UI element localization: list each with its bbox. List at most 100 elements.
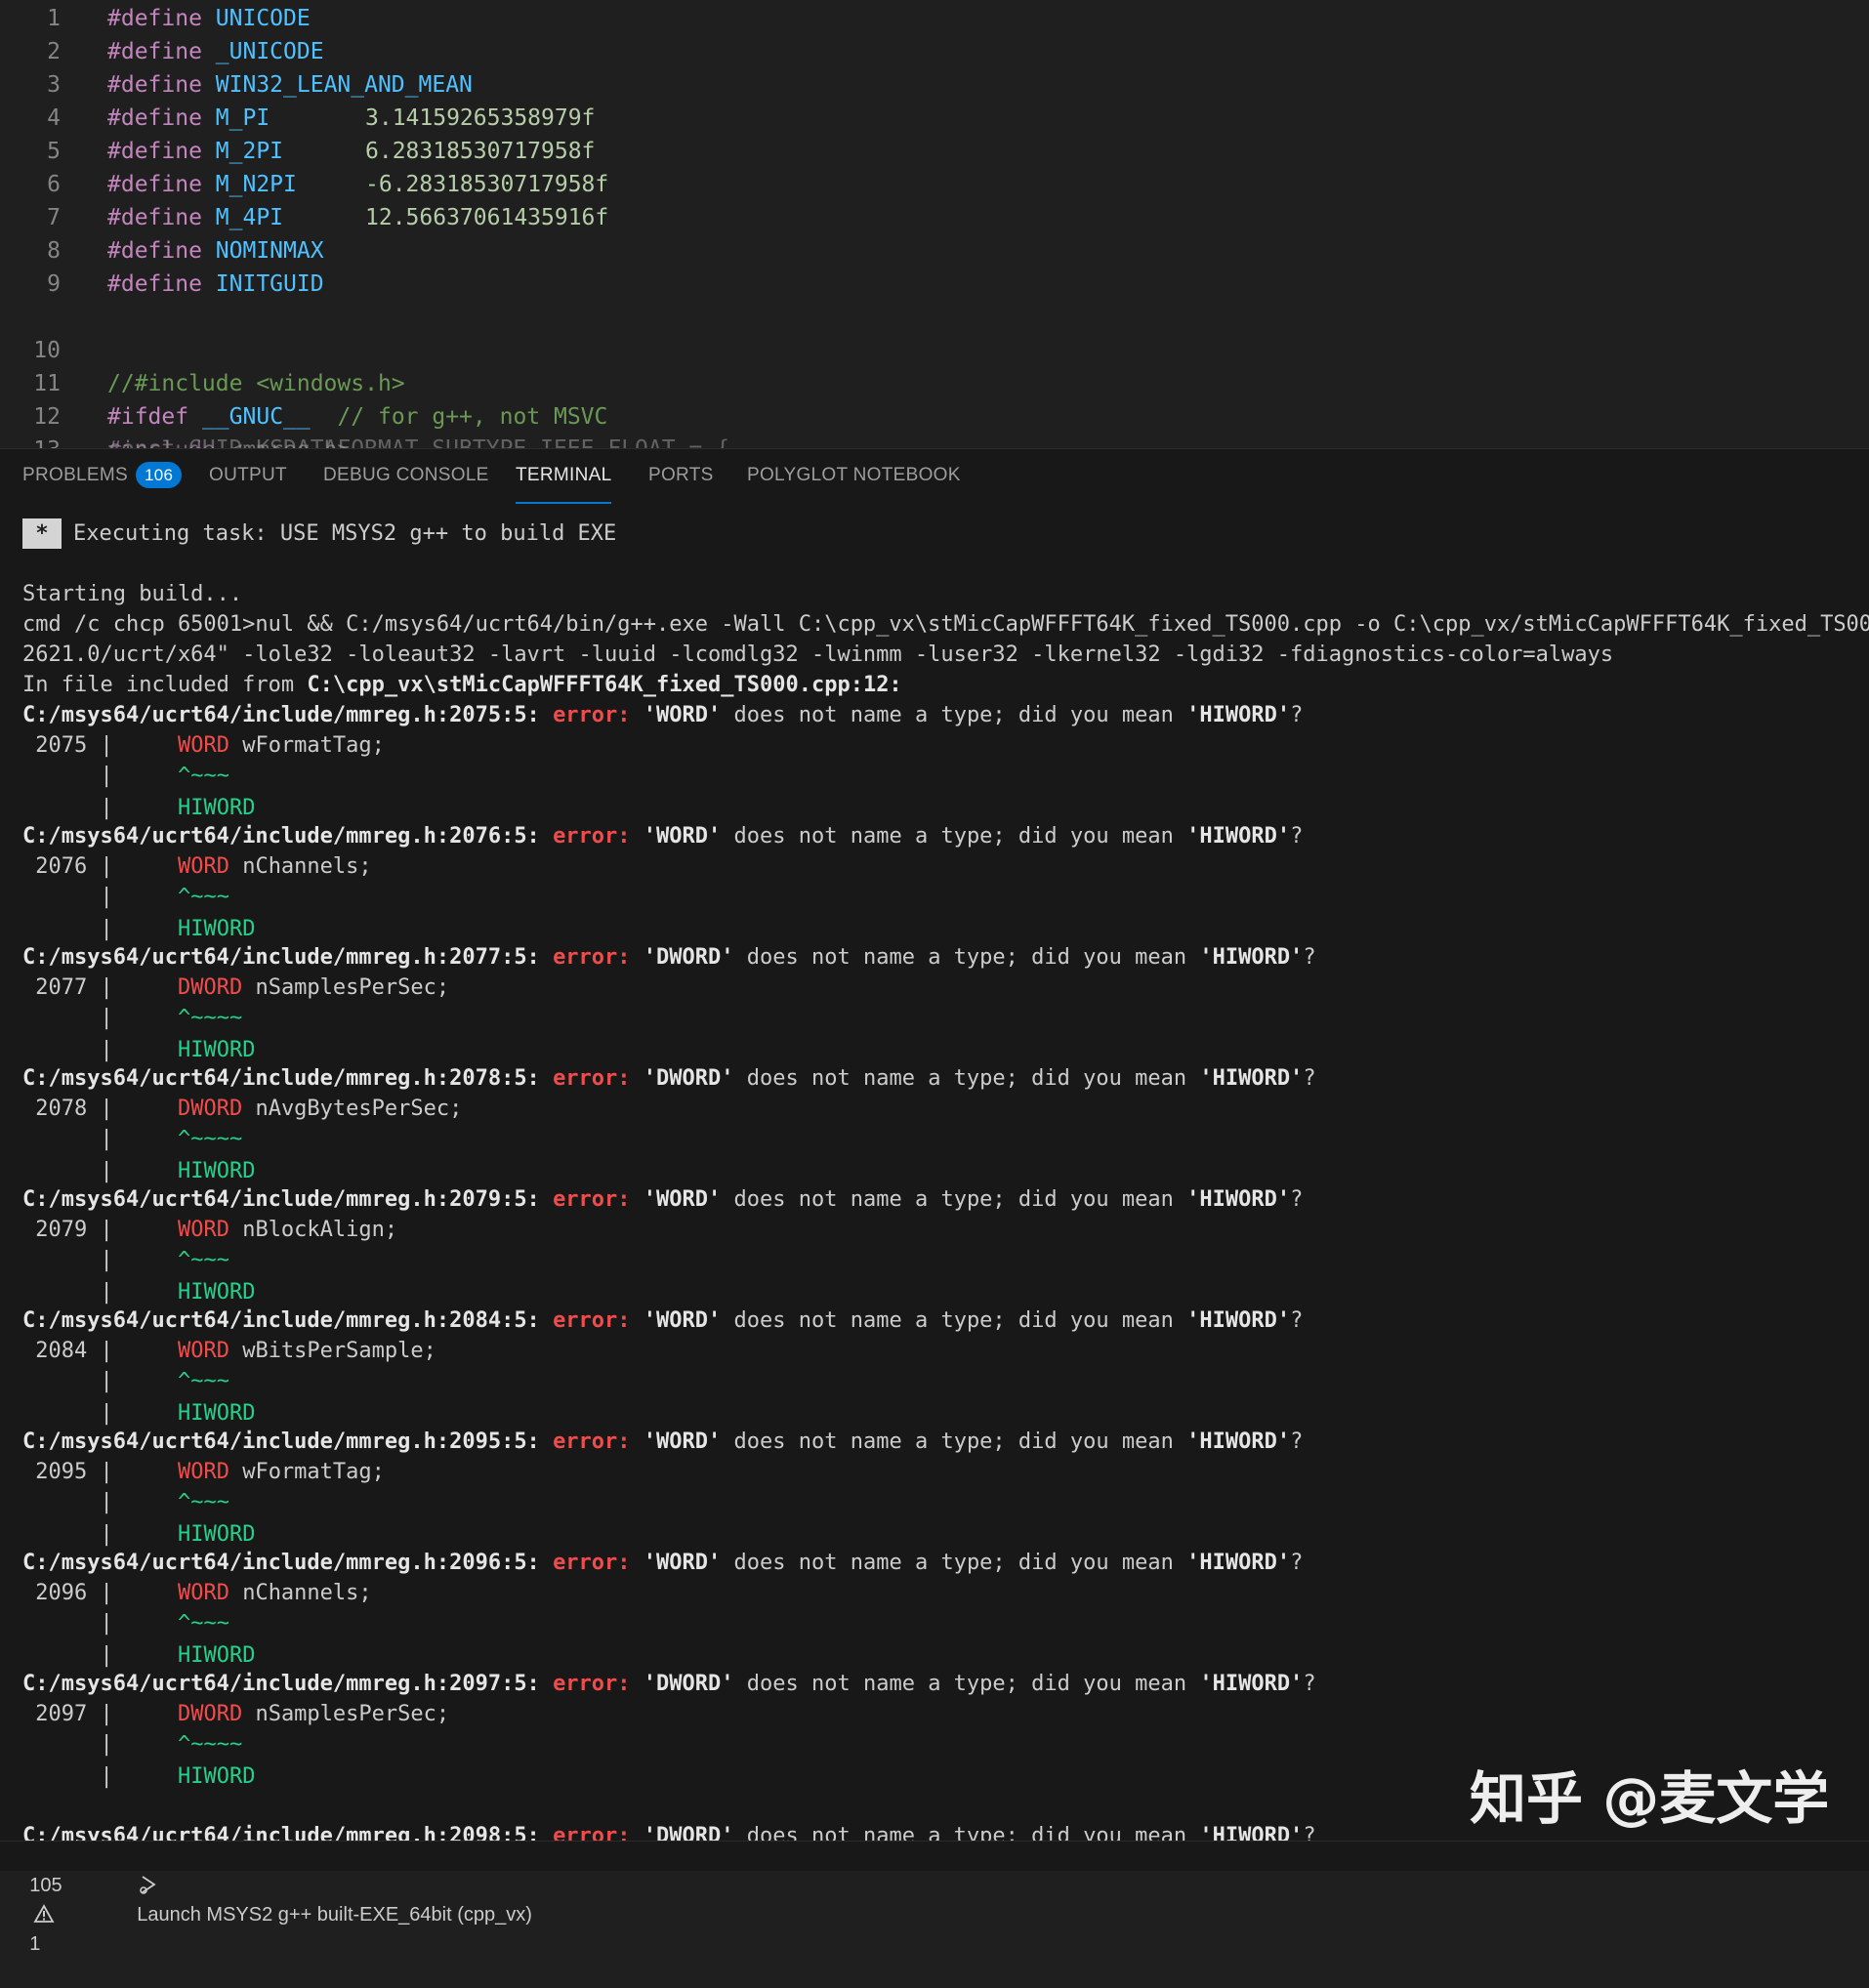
editor-line: 12 #include <mmreg.h>	[0, 367, 351, 448]
tab-polyglot-notebook[interactable]: POLYGLOT NOTEBOOK	[747, 449, 961, 502]
task-marker: *	[22, 518, 62, 549]
line-number: 4	[47, 105, 61, 131]
error-message: does not name a type; did you mean	[721, 703, 1187, 727]
gutter-bar: |	[100, 1218, 113, 1242]
error-label: error:	[553, 824, 631, 849]
launch-task-button[interactable]: Launch MSYS2 g++ built-EXE_64bit (cpp_vx…	[115, 1842, 532, 1926]
gutter-bar: |	[100, 1581, 113, 1605]
error-type: 'WORD'	[643, 1429, 722, 1454]
error-label: error:	[553, 1066, 631, 1091]
tab-ports[interactable]: PORTS	[648, 449, 714, 502]
error-message: does not name a type; did you mean	[733, 945, 1200, 970]
gutter-bar: |	[100, 1280, 113, 1305]
source-rest: nSamplesPerSec;	[242, 1702, 450, 1726]
caret-line: | ^~~~	[22, 1608, 228, 1638]
gutter-bar: |	[100, 975, 113, 1000]
gutter-bar: |	[100, 1006, 113, 1030]
source-line: 2078 | DWORD nAvgBytesPerSec;	[22, 1094, 462, 1124]
error-question-mark: ?	[1303, 1066, 1316, 1091]
problems-status[interactable]: 105 1	[8, 1842, 62, 1955]
gutter-bar: |	[100, 1159, 113, 1183]
gutter-bar: |	[100, 1490, 113, 1514]
line-number: 7	[47, 205, 61, 230]
code-text: #define _UNICODE	[107, 35, 324, 68]
source-line: 2077 | DWORD nSamplesPerSec;	[22, 973, 449, 1003]
source-line-number: 2097	[35, 1702, 88, 1726]
caret-marker: ^~~~~	[177, 1006, 243, 1030]
task-text: Executing task: USE MSYS2 g++ to build E…	[73, 521, 617, 546]
fix-suggestion: HIWORD	[177, 1159, 256, 1183]
launch-label: Launch MSYS2 g++ built-EXE_64bit (cpp_vx…	[137, 1904, 532, 1926]
tab-problems[interactable]: PROBLEMS 106	[22, 449, 183, 502]
error-label: error:	[553, 1551, 631, 1575]
error-message: does not name a type; did you mean	[721, 1187, 1187, 1212]
gutter-bar: |	[100, 1369, 113, 1393]
error-message: does not name a type; did you mean	[733, 1824, 1200, 1842]
error-suggestion: 'HIWORD'	[1186, 1429, 1291, 1454]
code-text: #define INITGUID	[107, 268, 324, 301]
tab-debug-console[interactable]: DEBUG CONSOLE	[323, 449, 489, 502]
caret-line: | ^~~~~	[22, 1003, 242, 1033]
error-type: 'WORD'	[643, 1187, 722, 1212]
terminal-line: cmd /c chcp 65001>nul && C:/msys64/ucrt6…	[22, 612, 1869, 637]
error-question-mark: ?	[1290, 1308, 1304, 1333]
tab-output[interactable]: OUTPUT	[209, 449, 287, 502]
tab-problems-label: PROBLEMS	[22, 465, 128, 485]
fix-suggestion: HIWORD	[177, 917, 256, 941]
error-location: C:/msys64/ucrt64/include/mmreg.h:2084:5:	[22, 1308, 540, 1333]
editor-line: 13	[0, 400, 61, 448]
error-message: does not name a type; did you mean	[721, 1308, 1187, 1333]
source-rest: nBlockAlign;	[228, 1218, 398, 1242]
error-label: error:	[553, 1308, 631, 1333]
code-editor[interactable]: 1 #define UNICODE 2 #define _UNICODE 3 #defin…	[0, 0, 1869, 448]
warning-count: 1	[29, 1933, 41, 1955]
code-keyword: #ifdef	[107, 404, 189, 430]
source-line-number: 2076	[35, 854, 88, 879]
error-label: error:	[553, 1824, 631, 1842]
code-text: #define M_4PI	[107, 201, 283, 234]
fix-suggestion: HIWORD	[177, 1643, 256, 1668]
gutter-bar: |	[100, 1460, 113, 1484]
error-location: C:/msys64/ucrt64/include/mmreg.h:2079:5:	[22, 1187, 540, 1212]
included-prefix: In file included from	[22, 673, 308, 697]
error-label: error:	[553, 1429, 631, 1454]
terminal-output[interactable]: * Executing task: USE MSYS2 g++ to build …	[0, 510, 1869, 1842]
error-suggestion: 'HIWORD'	[1186, 1308, 1291, 1333]
error-type: 'DWORD'	[643, 945, 734, 970]
gutter-bar: |	[100, 1401, 113, 1426]
code-keyword: #define	[107, 205, 202, 230]
error-type: 'WORD'	[643, 703, 722, 727]
caret-marker: ^~~~~	[177, 1732, 243, 1757]
fixit-line: | HIWORD	[22, 1156, 255, 1186]
terminal-line: 2621.0/ucrt/x64" -lole32 -loleaut32 -lav…	[22, 642, 1614, 667]
task-line: * Executing task: USE MSYS2 g++ to build …	[22, 518, 616, 549]
fix-suggestion: HIWORD	[177, 796, 256, 820]
included-file: C:\cpp_vx\stMicCapWFFFT64K_fixed_TS000.c…	[307, 673, 902, 697]
gutter-bar: |	[100, 854, 113, 879]
gutter-bar: |	[100, 1248, 113, 1272]
terminal-line: In file included from C:\cpp_vx\stMicCap…	[22, 670, 902, 700]
code-text: #define WIN32_LEAN_AND_MEAN	[107, 68, 473, 102]
warning-icon	[33, 1904, 55, 1923]
fix-suggestion: HIWORD	[177, 1038, 256, 1062]
source-rest: wBitsPerSample;	[228, 1339, 436, 1363]
line-number: 13	[0, 434, 61, 448]
source-line-number: 2078	[35, 1097, 88, 1121]
error-question-mark: ?	[1303, 1824, 1316, 1842]
editor-line: 11 #ifdef __GNUC__ // for g++, not MSVC	[0, 334, 607, 430]
gutter-bar: |	[100, 1702, 113, 1726]
error-line: C:/msys64/ucrt64/include/mmreg.h:2098:5:…	[22, 1821, 1316, 1842]
code-number: 3.14159265358979f	[365, 105, 596, 131]
error-suggestion: 'HIWORD'	[1199, 1066, 1304, 1091]
source-rest: wFormatTag;	[228, 1460, 385, 1484]
error-label: error:	[553, 1187, 631, 1212]
code-macro: M_PI	[215, 105, 270, 131]
fix-suggestion: HIWORD	[177, 1522, 256, 1547]
code-text: #define M_N2PI	[107, 168, 297, 201]
error-line: C:/msys64/ucrt64/include/mmreg.h:2077:5:…	[22, 942, 1316, 973]
error-question-mark: ?	[1290, 1187, 1304, 1212]
code-macro: WIN32_LEAN_AND_MEAN	[215, 72, 473, 98]
fixit-line: | HIWORD	[22, 1761, 255, 1792]
tab-terminal[interactable]: TERMINAL	[516, 449, 612, 504]
line-number: 1	[47, 6, 61, 31]
